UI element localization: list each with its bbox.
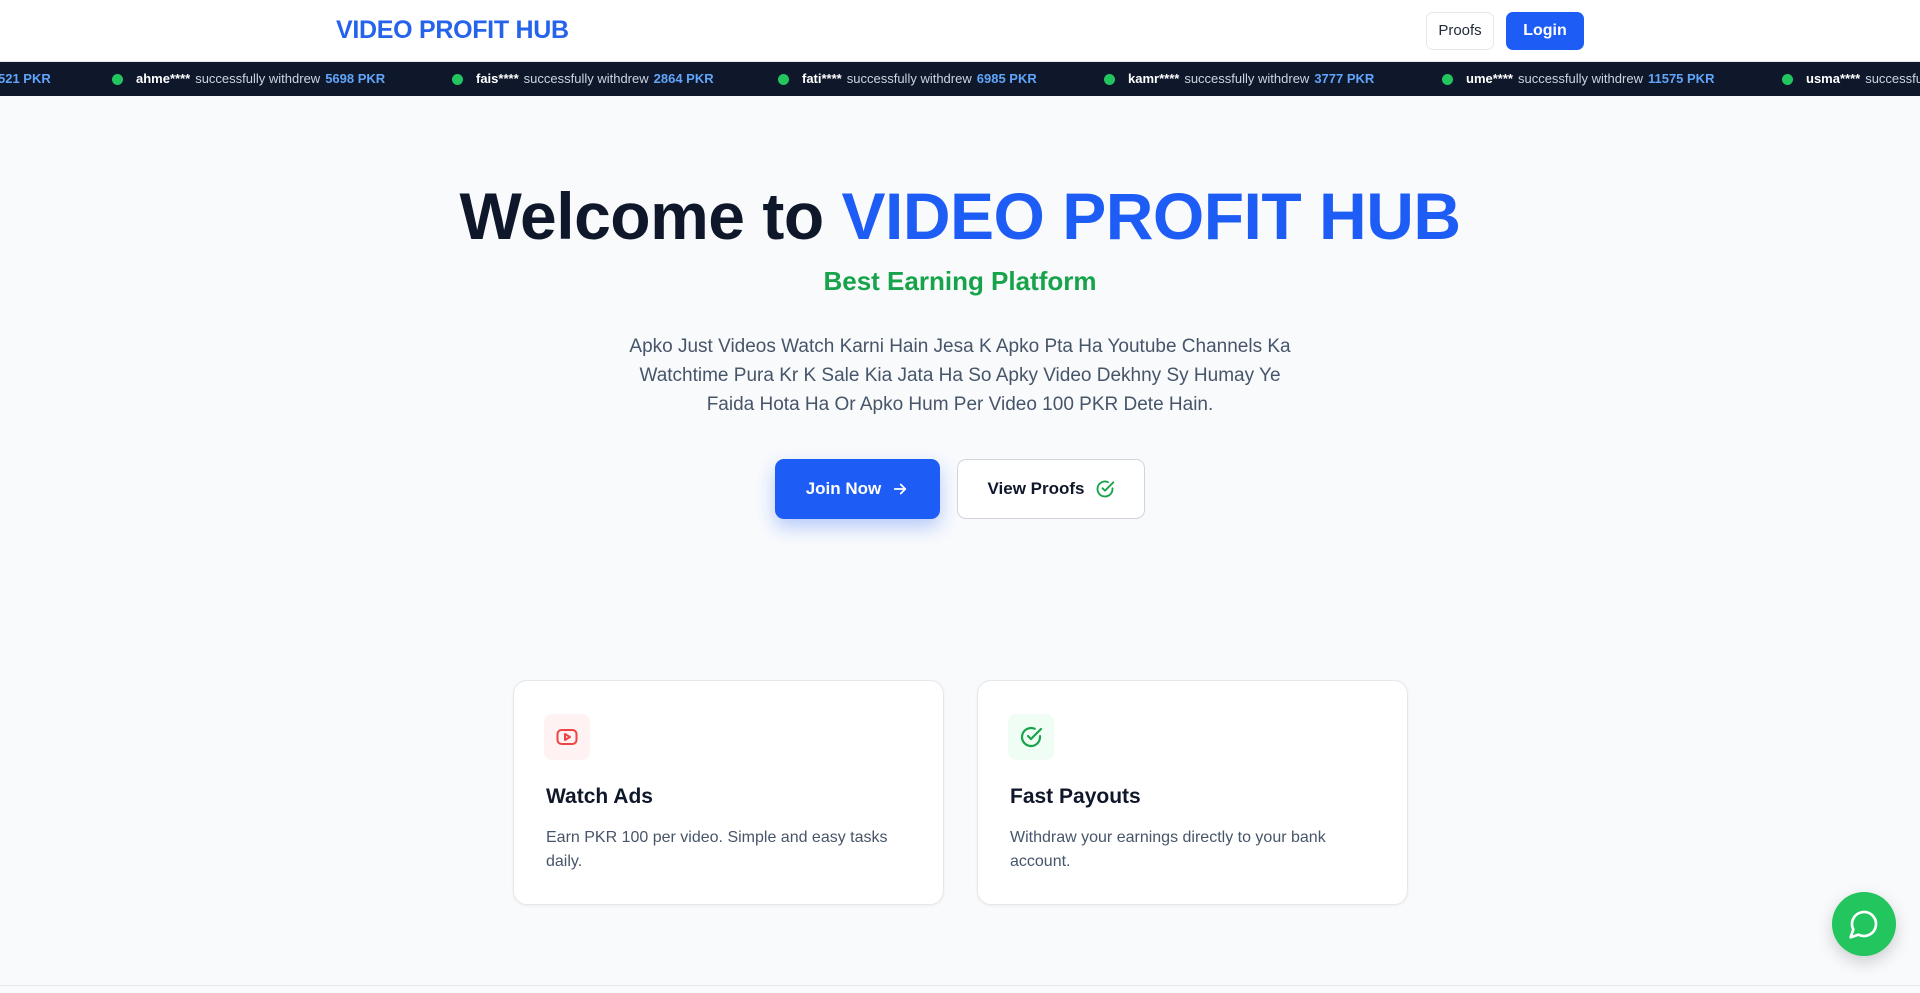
hero-subtitle: Best Earning Platform [823, 266, 1097, 296]
ticker-amount: 11575 PKR [1647, 71, 1715, 86]
ticker-message: successfully withdrew [523, 71, 649, 86]
ticker-amount: 521 PKR [0, 71, 51, 86]
ticker-amount: 5698 PKR [325, 71, 386, 86]
hero-title-accent: VIDEO PROFIT HUB [841, 179, 1461, 253]
ticker-user: ume**** [1466, 71, 1513, 86]
ticker-user: fais**** [476, 71, 519, 86]
hero-title-prefix: Welcome to [459, 179, 842, 253]
ticker-amount: 2864 PKR [653, 71, 714, 86]
feature-title: Watch Ads [546, 785, 653, 808]
ticker-item: kamr**** successfully withdrew 3777 PKR [1104, 62, 1374, 96]
join-now-button[interactable]: Join Now [775, 459, 940, 519]
hero-title: Welcome to VIDEO PROFIT HUB [0, 176, 1920, 256]
status-dot [1104, 73, 1115, 85]
join-now-label: Join Now [805, 479, 882, 498]
check-circle-icon [1008, 714, 1054, 760]
ticker-message: successfu [1865, 71, 1920, 86]
ticker-message: successfully withdrew [1517, 71, 1643, 86]
nav-proofs-button[interactable]: Proofs [1426, 12, 1494, 50]
ticker-user: fati**** [802, 71, 842, 86]
check-circle-icon [1095, 479, 1115, 499]
ticker-item-partial: 521 PKR [0, 62, 51, 96]
site-header: VIDEO PROFIT HUB Proofs Login [0, 0, 1920, 62]
brand-logo[interactable]: VIDEO PROFIT HUB [336, 16, 569, 45]
status-dot [1782, 73, 1793, 85]
ticker-item: ahme**** successfully withdrew 5698 PKR [112, 62, 385, 96]
status-dot [112, 73, 123, 85]
ticker-item-partial: usma**** successfu [1782, 62, 1920, 96]
footer-divider [0, 985, 1920, 986]
ticker-amount: 3777 PKR [1314, 71, 1375, 86]
ticker-amount: 6985 PKR [976, 71, 1037, 86]
arrow-right-icon [891, 480, 909, 498]
feature-title: Fast Payouts [1010, 785, 1141, 808]
feature-description: Earn PKR 100 per video. Simple and easy … [546, 829, 888, 870]
view-proofs-label: View Proofs [987, 479, 1085, 498]
chat-bubble-icon [1848, 908, 1880, 940]
ticker-message: successfully withdrew [1184, 71, 1310, 86]
youtube-play-icon [544, 714, 590, 760]
feature-description: Withdraw your earnings directly to your … [1010, 829, 1326, 870]
nav-login-button[interactable]: Login [1506, 12, 1584, 50]
view-proofs-button[interactable]: View Proofs [957, 459, 1145, 519]
ticker-item: fais**** successfully withdrew 2864 PKR [452, 62, 714, 96]
ticker-user: kamr**** [1128, 71, 1180, 86]
ticker-message: successfully withdrew [846, 71, 972, 86]
ticker-message: successfully withdrew [195, 71, 321, 86]
status-dot [1442, 73, 1453, 85]
ticker-user: usma**** [1806, 71, 1861, 86]
withdrawal-ticker: 521 PKR ahme**** successfully withdrew 5… [0, 62, 1920, 96]
ticker-user: ahme**** [136, 71, 191, 86]
chat-button[interactable] [1832, 892, 1896, 956]
status-dot [452, 73, 463, 85]
ticker-item: ume**** successfully withdrew 11575 PKR [1442, 62, 1714, 96]
feature-card-fast-payouts: Fast Payouts Withdraw your earnings dire… [977, 680, 1408, 905]
hero-description: Apko Just Videos Watch Karni Hain Jesa K… [629, 336, 1291, 415]
ticker-item: fati**** successfully withdrew 6985 PKR [778, 62, 1037, 96]
status-dot [778, 73, 789, 85]
feature-card-watch-ads: Watch Ads Earn PKR 100 per video. Simple… [513, 680, 944, 905]
